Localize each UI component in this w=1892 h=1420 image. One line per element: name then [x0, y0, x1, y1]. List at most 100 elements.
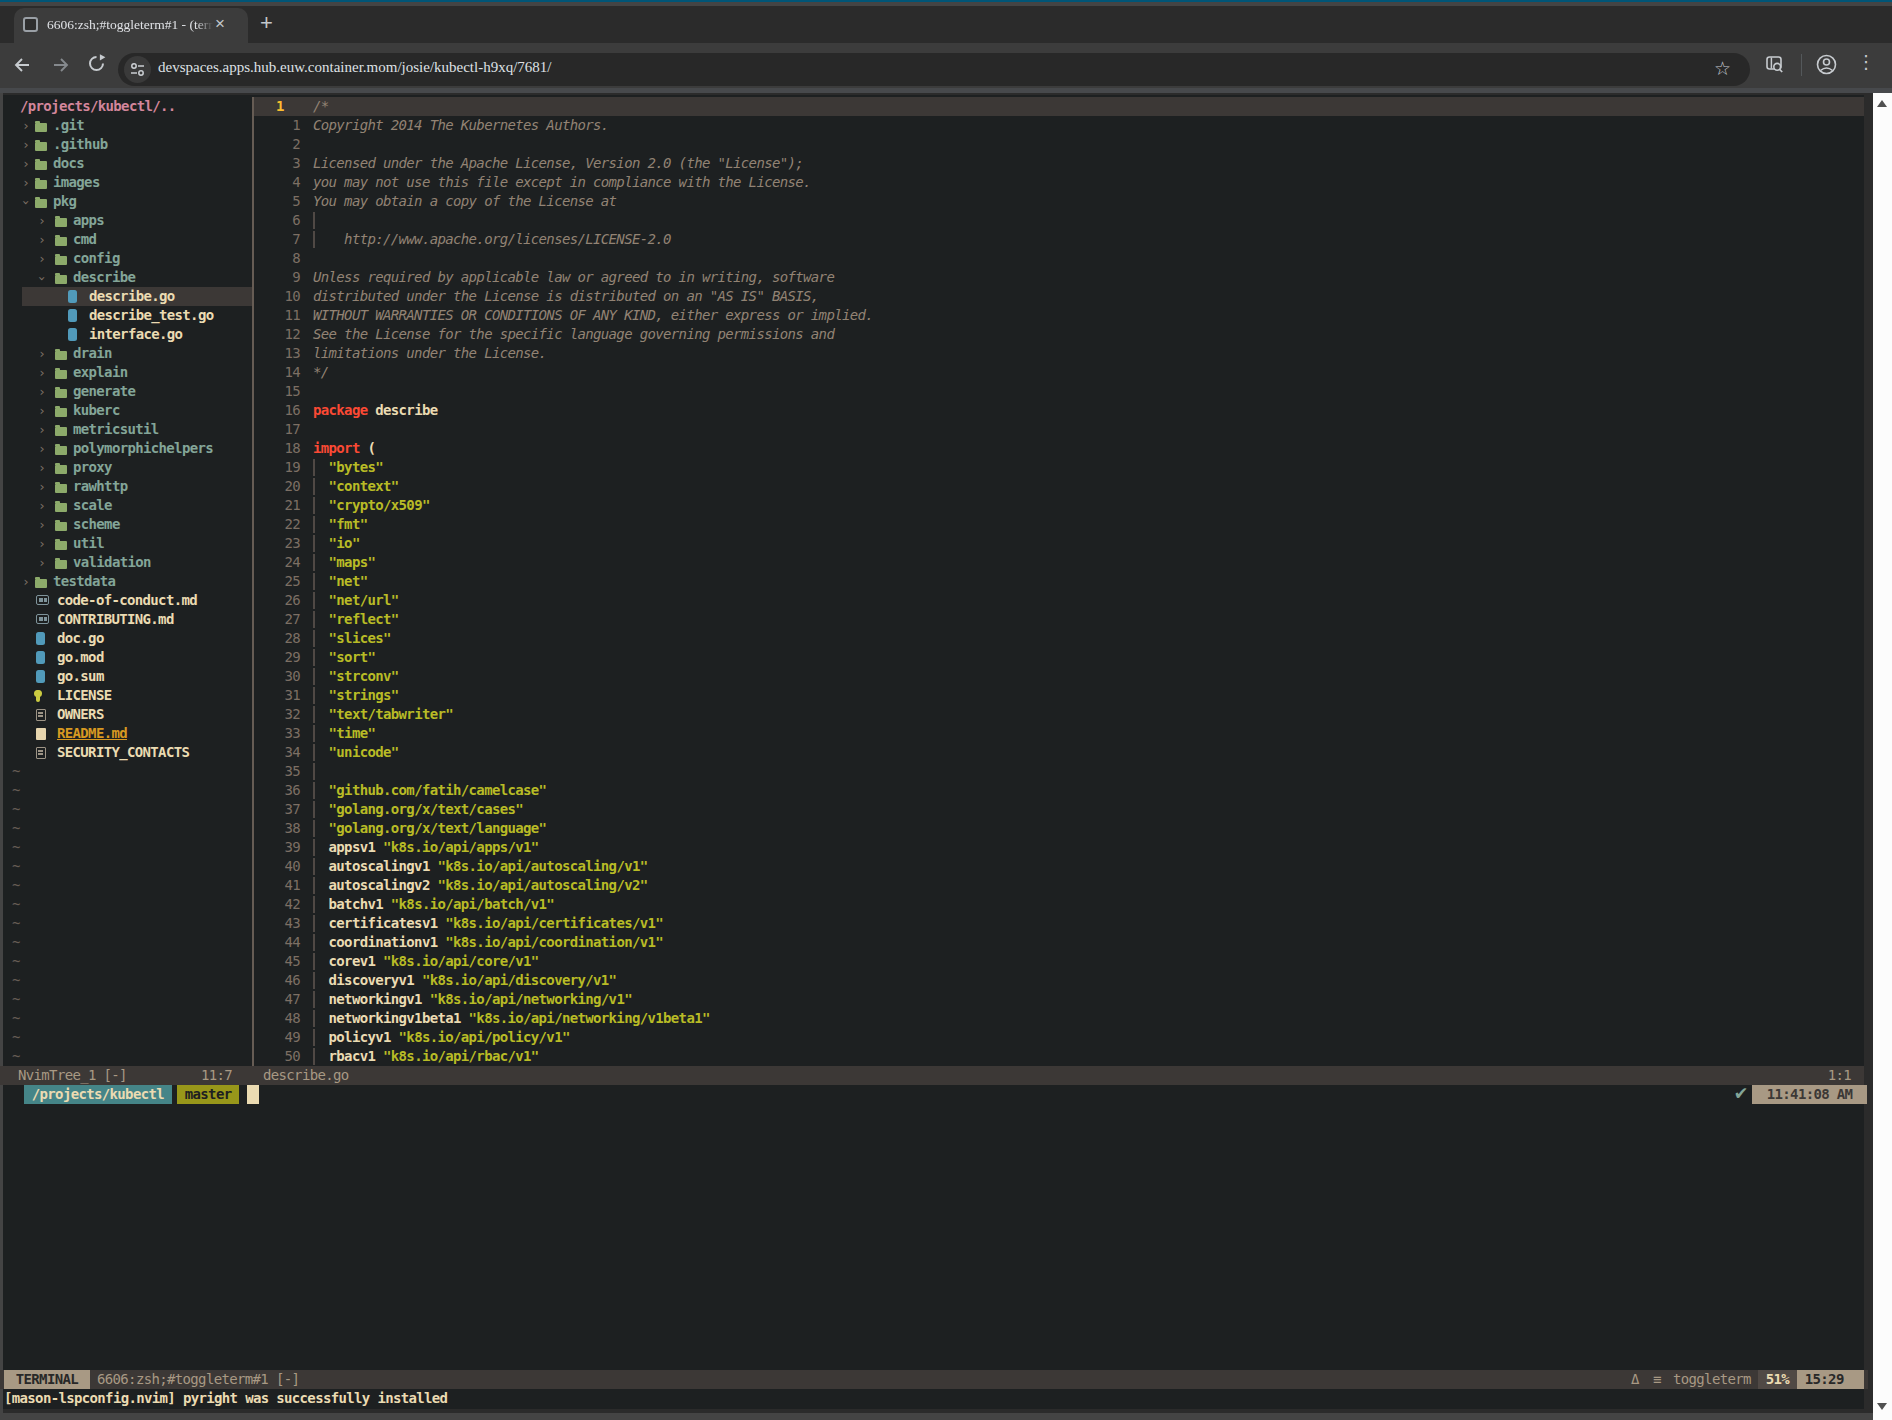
- line-number: 24: [254, 553, 300, 572]
- code-text: /*: [313, 97, 329, 116]
- line-number: 18: [254, 439, 300, 458]
- folder-icon: [55, 389, 67, 398]
- line-number: 17: [254, 420, 300, 439]
- url-text[interactable]: devspaces.apps.hub.euw.container.mom/jos…: [158, 59, 552, 76]
- tree-item-label: metricsutil: [73, 420, 159, 439]
- tree-item-label: README.md: [57, 724, 127, 743]
- line-number: 5: [254, 192, 300, 211]
- statusline-filename: describe.go: [263, 1066, 349, 1085]
- tree-item-label: describe: [73, 268, 135, 287]
- code-text: autoscalingv1 "k8s.io/api/autoscaling/v1…: [313, 857, 648, 876]
- delta-icon: Δ: [1631, 1370, 1639, 1389]
- editor-line: 42 batchv1 "k8s.io/api/batch/v1": [254, 895, 1864, 914]
- code-text: distributed under the License is distrib…: [313, 287, 819, 306]
- chevron-right-icon: ›: [22, 572, 29, 591]
- chevron-right-icon: ›: [38, 211, 45, 230]
- editor-line: 30 "strconv": [254, 667, 1864, 686]
- tree-item-label: describe.go: [89, 287, 175, 306]
- scrollbar-up-arrow[interactable]: [1877, 100, 1887, 107]
- new-tab-button[interactable]: +: [260, 10, 273, 36]
- readme-file-icon: [36, 728, 46, 740]
- go-file-icon: [36, 651, 45, 664]
- code-text: See the License for the specific languag…: [313, 325, 834, 344]
- line-number: 11: [254, 306, 300, 325]
- line-number: 46: [254, 971, 300, 990]
- browser-tab[interactable]: 6606:zsh;#toggleterm#1 - (term ×: [14, 8, 248, 43]
- code-text: "sort": [313, 648, 375, 667]
- code-text: rbacv1 "k8s.io/api/rbac/v1": [313, 1047, 539, 1066]
- profile-icon[interactable]: [1816, 54, 1837, 75]
- folder-icon: [35, 199, 47, 208]
- editor-line: 17: [254, 420, 1864, 439]
- code-text: networkingv1 "k8s.io/api/networking/v1": [313, 990, 632, 1009]
- folder-icon: [55, 560, 67, 569]
- code-text: "golang.org/x/text/cases": [313, 800, 523, 819]
- lines-icon: ≡: [1653, 1370, 1661, 1389]
- chevron-right-icon: ›: [38, 477, 45, 496]
- site-settings-icon[interactable]: [129, 61, 146, 78]
- forward-icon[interactable]: [51, 55, 71, 75]
- code-text: */: [313, 363, 329, 382]
- tab-bar: 6606:zsh;#toggleterm#1 - (term × +: [0, 6, 1892, 43]
- scrollbar-down-arrow[interactable]: [1877, 1403, 1887, 1410]
- editor-line: 44 coordinationv1 "k8s.io/api/coordinati…: [254, 933, 1864, 952]
- tab-title: 6606:zsh;#toggleterm#1 - (term: [47, 17, 213, 34]
- editor-line: 27 "reflect": [254, 610, 1864, 629]
- editor-line: 16package describe: [254, 401, 1864, 420]
- tree-item-label: describe_test.go: [89, 306, 213, 325]
- code-text: Copyright 2014 The Kubernetes Authors.: [313, 116, 609, 135]
- line-number: 4: [254, 173, 300, 192]
- scrollbar[interactable]: [1873, 93, 1892, 1420]
- chevron-right-icon: ›: [38, 363, 45, 382]
- chevron-right-icon: ›: [38, 458, 45, 477]
- location-badge: 15:29: [1797, 1370, 1864, 1389]
- folder-icon: [35, 123, 47, 132]
- tab-favicon: [23, 17, 38, 32]
- folder-icon: [55, 541, 67, 550]
- line-number: 22: [254, 515, 300, 534]
- editor-line: 8: [254, 249, 1864, 268]
- line-number: 38: [254, 819, 300, 838]
- tree-item-label: testdata: [53, 572, 115, 591]
- doc-file-icon: [36, 747, 46, 759]
- reload-icon[interactable]: [87, 54, 106, 73]
- code-text: "strconv": [313, 667, 399, 686]
- line-number: 3: [254, 154, 300, 173]
- line-number: 16: [254, 401, 300, 420]
- chevron-right-icon: ›: [38, 515, 45, 534]
- tree-item-label: polymorphichelpers: [73, 439, 213, 458]
- line-number: 30: [254, 667, 300, 686]
- editor-line: 37 "golang.org/x/text/cases": [254, 800, 1864, 819]
- code-text: "net": [313, 572, 367, 591]
- address-bar[interactable]: devspaces.apps.hub.euw.container.mom/jos…: [118, 53, 1750, 86]
- tree-item-label: proxy: [73, 458, 112, 477]
- chevron-right-icon: ›: [38, 344, 45, 363]
- side-panel-icon[interactable]: [1766, 56, 1785, 73]
- folder-icon: [35, 180, 47, 189]
- line-number: 6: [254, 211, 300, 230]
- tree-item-label: util: [73, 534, 104, 553]
- go-file-icon: [36, 632, 45, 645]
- tree-item-label: OWNERS: [57, 705, 104, 724]
- line-number: 32: [254, 705, 300, 724]
- menu-dots-icon[interactable]: ⋮: [1857, 51, 1875, 73]
- tab-close-icon[interactable]: ×: [215, 14, 225, 34]
- line-number: 23: [254, 534, 300, 553]
- code-text: autoscalingv2 "k8s.io/api/autoscaling/v2…: [313, 876, 648, 895]
- code-text: coordinationv1 "k8s.io/api/coordination/…: [313, 933, 663, 952]
- tree-item-label: SECURITY_CONTACTS: [57, 743, 189, 762]
- bookmark-star-icon[interactable]: ☆: [1714, 57, 1731, 80]
- terminal[interactable]: /projects/kubectl/..›.git›.github›docs›i…: [4, 97, 1864, 1408]
- line-number: 49: [254, 1028, 300, 1047]
- folder-icon: [55, 256, 67, 265]
- code-text: Unless required by applicable law or agr…: [313, 268, 834, 287]
- tree-item-label: validation: [73, 553, 151, 572]
- editor-line: 48 networkingv1beta1 "k8s.io/api/network…: [254, 1009, 1864, 1028]
- folder-icon: [55, 465, 67, 474]
- code-text: "github.com/fatih/camelcase": [313, 781, 546, 800]
- folder-icon: [55, 275, 67, 284]
- chevron-right-icon: ›: [22, 154, 29, 173]
- editor-line: 41 autoscalingv2 "k8s.io/api/autoscaling…: [254, 876, 1864, 895]
- code-text: http://www.apache.org/licenses/LICENSE-2…: [313, 230, 671, 249]
- back-icon[interactable]: [12, 55, 32, 75]
